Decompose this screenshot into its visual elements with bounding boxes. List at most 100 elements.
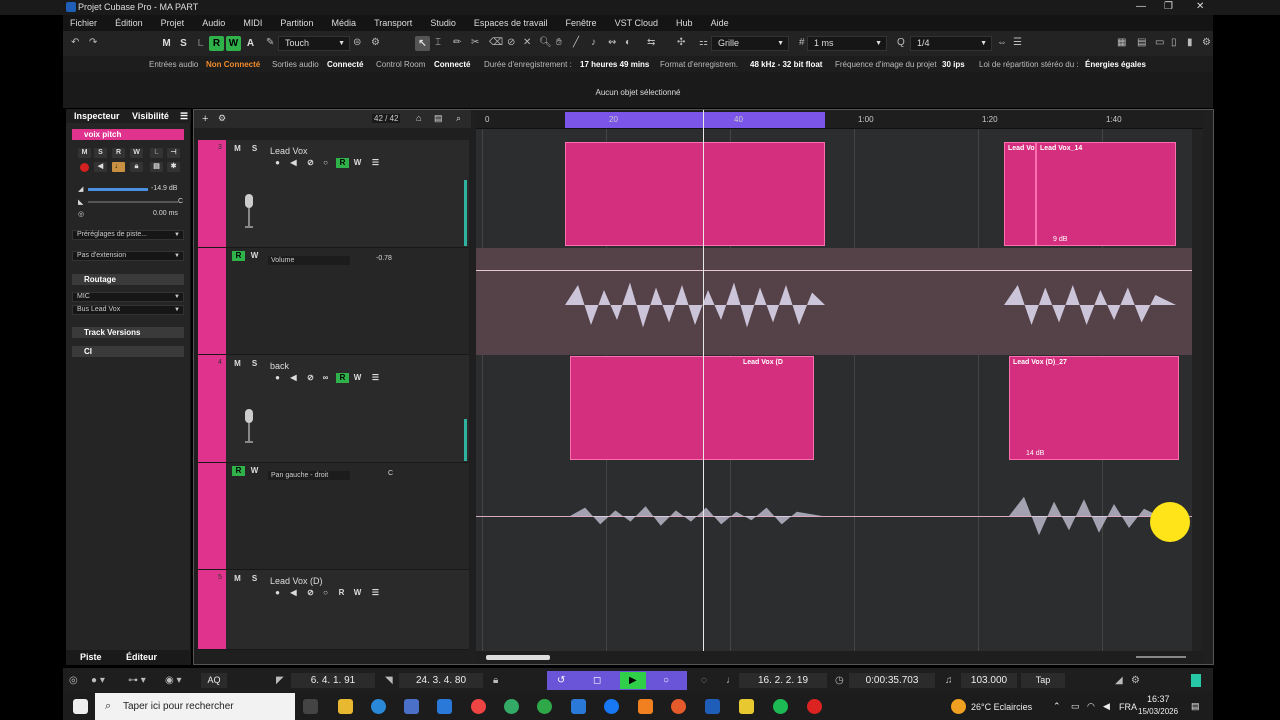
grid-select[interactable]: 1 ms ▼ — [807, 36, 887, 51]
left-locator-icon[interactable]: ◤ — [276, 675, 284, 686]
automation-param-select[interactable]: Volume — [268, 256, 350, 265]
solo-all-button[interactable]: S — [176, 36, 191, 51]
left-locator-field[interactable]: 6. 4. 1. 91 — [291, 673, 375, 688]
write-all-button[interactable]: W — [226, 36, 241, 51]
tempo-track-icon[interactable]: ♫ — [945, 675, 953, 686]
mail-icon[interactable] — [437, 699, 452, 714]
audio-event[interactable]: Lead Vox (D)_27 14 dB — [1009, 356, 1179, 460]
automation-value[interactable]: C — [388, 470, 393, 477]
track-lead-vox[interactable]: 3 M S Lead Vox ● ◀ ⊘ ○ R W ☰ — [198, 140, 469, 248]
tools-icon[interactable]: ⚙ — [371, 37, 380, 48]
facebook-icon[interactable] — [604, 699, 619, 714]
track-menu-icon[interactable]: ☰ — [370, 158, 381, 168]
audio-event[interactable]: Lead Vox (D — [570, 356, 814, 460]
track-name[interactable]: Lead Vox (D) — [270, 576, 323, 586]
automation-button[interactable]: A — [243, 36, 258, 51]
timebase-icon[interactable]: ♩ — [112, 162, 125, 172]
monitor-icon[interactable]: ◀ — [94, 162, 107, 172]
menu-audio[interactable]: Audio — [202, 18, 225, 28]
rec-format-value[interactable]: 48 kHz - 32 bit float — [750, 60, 822, 69]
inspector-edit-button[interactable]: ⊣ — [167, 148, 180, 158]
track-read-button[interactable]: R — [336, 373, 349, 383]
punch-icon[interactable]: ⊶ ▾ — [128, 675, 146, 686]
search-icon[interactable]: ⌕ — [456, 113, 461, 124]
color-tool-icon[interactable]: ◐ — [625, 37, 631, 48]
mute-tool-icon[interactable]: ✕ — [523, 37, 531, 48]
position-bars-field[interactable]: 16. 2. 2. 19 — [739, 673, 827, 688]
pan-slider[interactable] — [88, 201, 178, 203]
wifi-icon[interactable]: ◠ — [1087, 701, 1095, 712]
track-monitor-icon[interactable]: ◀ — [288, 373, 299, 383]
track-menu-icon[interactable]: ☰ — [370, 373, 381, 383]
automation-lane-volume[interactable]: R W Volume -0.78 — [198, 248, 469, 355]
quantize-settings-icon[interactable]: ☰ — [1013, 37, 1022, 48]
object-select-tool-icon[interactable]: ↖ — [415, 36, 430, 51]
track-read-button[interactable]: R — [336, 588, 347, 598]
track-solo-button[interactable]: S — [249, 574, 260, 584]
line-tool-icon[interactable]: ╱ — [573, 37, 579, 48]
track-menu-icon[interactable]: ☰ — [370, 588, 381, 598]
menu-partition[interactable]: Partition — [280, 18, 313, 28]
lock-icon[interactable]: 🔒︎ — [130, 162, 143, 172]
position-time-field[interactable]: 0:00:35.703 — [849, 673, 935, 688]
automation-mode-select[interactable]: Touch ▼ — [278, 36, 350, 51]
read-all-button[interactable]: R — [209, 36, 224, 51]
track-solo-button[interactable]: S — [249, 359, 260, 369]
timeline-ruler[interactable]: 0 20 40 1:00 1:20 1:40 — [476, 110, 1203, 129]
inspector-solo-button[interactable]: S — [94, 148, 107, 158]
zoom-slider[interactable] — [1136, 656, 1186, 658]
framerate-value[interactable]: 30 ips — [942, 60, 965, 69]
menu-fenetre[interactable]: Fenêtre — [566, 18, 597, 28]
cycle-range[interactable] — [565, 112, 825, 128]
track-presets-select[interactable]: Préréglages de piste... ▼ — [72, 230, 184, 240]
notification-icon[interactable]: ▤ — [1191, 701, 1200, 712]
snap-type-select[interactable]: Grille ▼ — [711, 36, 789, 51]
lower-zone-icon[interactable]: ▭ — [1155, 37, 1164, 48]
edge-icon[interactable] — [371, 699, 386, 714]
pan-law-value[interactable]: Énergies égales — [1085, 60, 1146, 69]
track-write-button[interactable]: W — [352, 158, 363, 168]
auto-quantize-button[interactable]: AQ — [201, 673, 227, 688]
snap-icon[interactable]: ✣ — [677, 37, 685, 48]
windows-start-icon[interactable] — [73, 699, 88, 714]
track-timebase-icon[interactable]: ○ — [320, 158, 331, 168]
lane-write-button[interactable]: W — [249, 251, 260, 261]
clock-time[interactable]: 16:37 — [1147, 694, 1170, 704]
minimize-icon[interactable]: — — [1136, 1, 1146, 12]
quantize-select[interactable]: 1/4 ▼ — [910, 36, 992, 51]
audio-event[interactable]: Lead Vox_14 9 dB — [1036, 142, 1176, 246]
extension-select[interactable]: Pas d'extension ▼ — [72, 251, 184, 261]
redo-icon[interactable]: ↷ — [89, 37, 97, 48]
inspector-read-button[interactable]: R — [112, 148, 125, 158]
taskbar-search-input[interactable]: Taper ici pour rechercher — [95, 693, 295, 720]
tempo-field[interactable]: 103.000 — [961, 673, 1017, 688]
automation-lane-pan[interactable]: R W Pan gauche - droit C — [198, 463, 469, 570]
add-track-icon[interactable]: + — [202, 113, 208, 125]
input-routing-select[interactable]: MIC ▼ — [72, 292, 184, 302]
app-icon[interactable] — [739, 699, 754, 714]
inspector-toggle-icon[interactable]: ▤ — [1137, 37, 1146, 48]
layout-icon[interactable]: ▦ — [1117, 37, 1126, 48]
menu-aide[interactable]: Aide — [711, 18, 729, 28]
record-app-icon[interactable] — [807, 699, 822, 714]
menu-media[interactable]: Média — [332, 18, 357, 28]
track-edit-icon[interactable]: ⊘ — [305, 373, 316, 383]
stop-button[interactable]: ◻ — [593, 675, 601, 686]
track-write-button[interactable]: W — [352, 373, 363, 383]
track-options-icon[interactable]: ⚙ — [218, 113, 226, 124]
track-link-icon[interactable]: ∞ — [320, 373, 331, 383]
scroll-thumb[interactable] — [486, 655, 550, 660]
split-tool-icon[interactable]: ✂ — [471, 37, 479, 48]
erase-tool-icon[interactable]: ⌫ — [489, 37, 503, 48]
tab-editor[interactable]: Éditeur — [126, 652, 157, 662]
menu-transport[interactable]: Transport — [374, 18, 412, 28]
volume-automation-area[interactable] — [476, 248, 1203, 355]
auto-scroll-icon[interactable]: ⊜ — [353, 37, 361, 48]
output-routing-select[interactable]: Bus Lead Vox ▼ — [72, 305, 184, 315]
track-mute-button[interactable]: M — [232, 359, 243, 369]
track-record-icon[interactable]: ● — [272, 373, 283, 383]
lane-read-button[interactable]: R — [232, 466, 245, 476]
quantize-apply-icon[interactable]: ⇔ — [997, 37, 1007, 48]
track-write-button[interactable]: W — [352, 588, 363, 598]
lane-read-button[interactable]: R — [232, 251, 245, 261]
